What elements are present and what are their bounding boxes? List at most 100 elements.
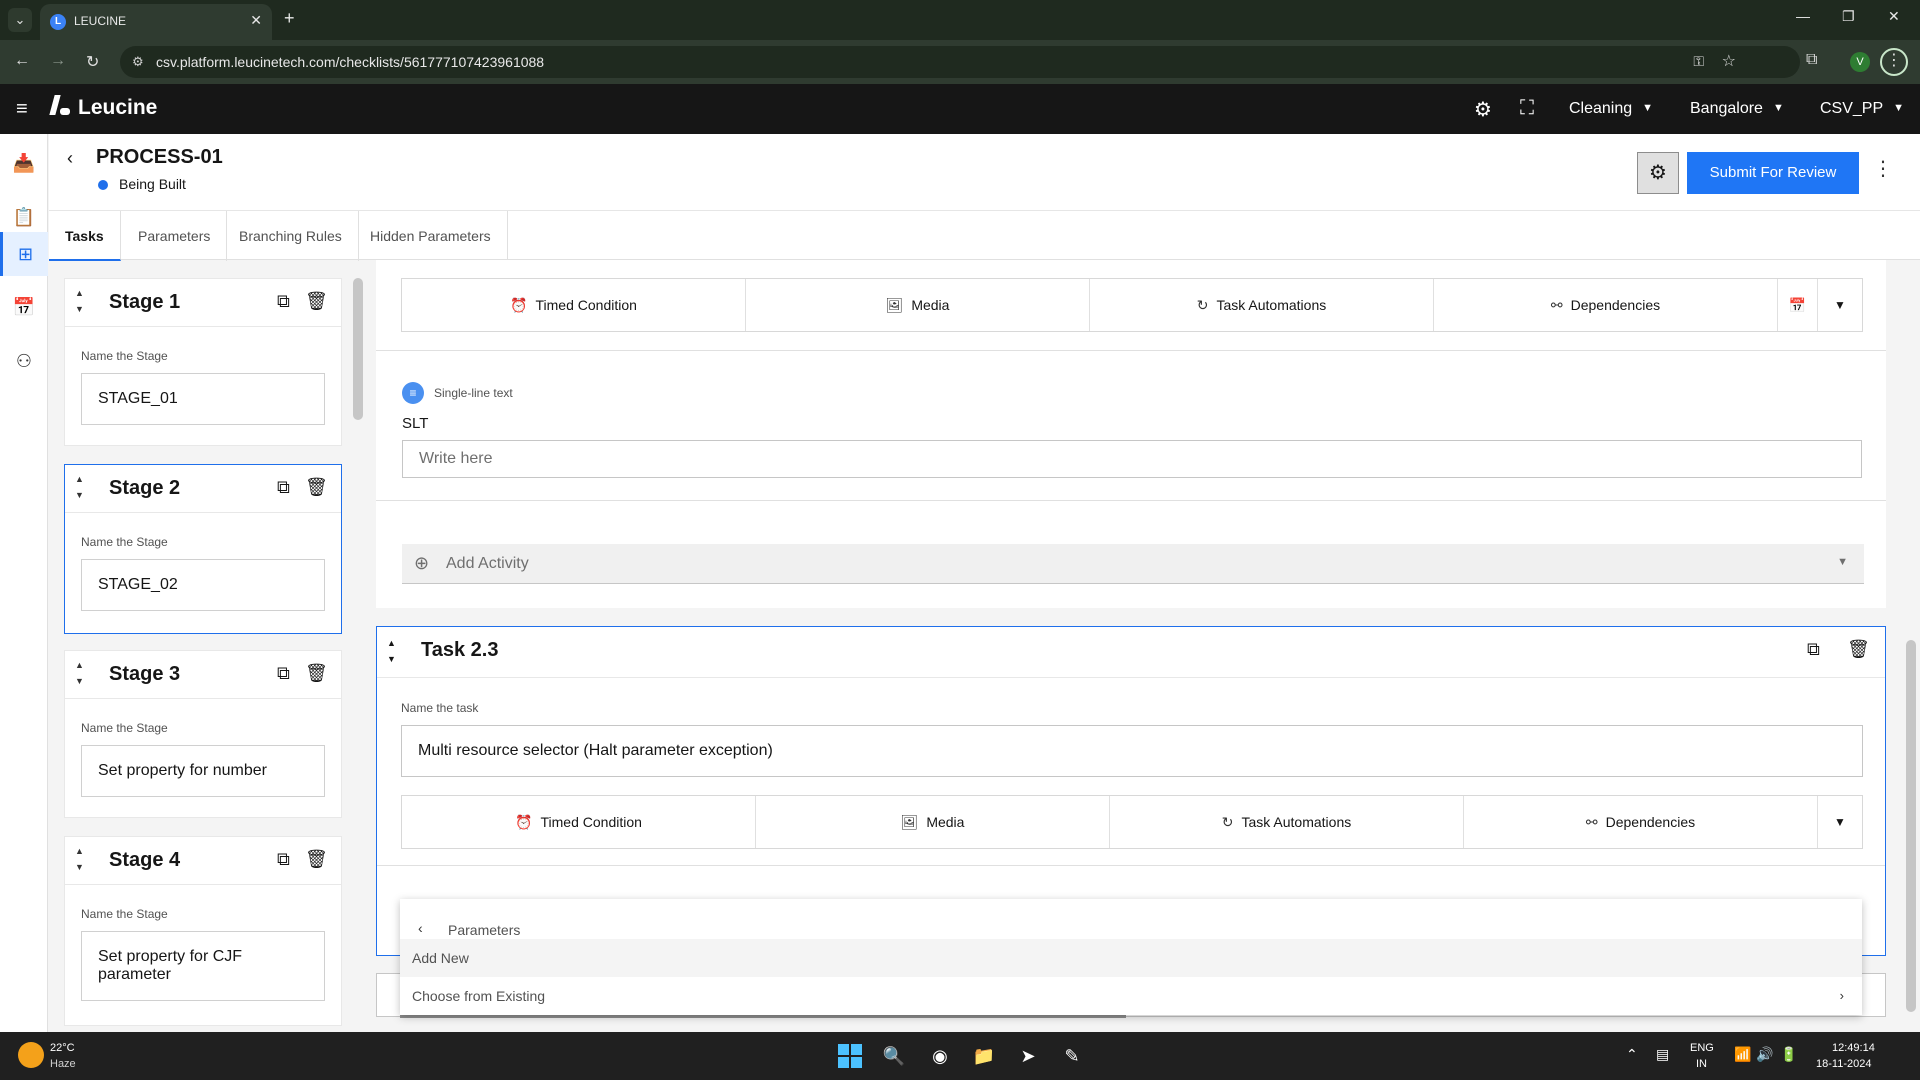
timed-condition-button[interactable]: ⏰ Timed Condition — [402, 279, 746, 331]
task-card: ⏰ Timed Condition 🖼 Media ↻ Task Automation… — [376, 260, 1886, 608]
process-settings-button[interactable]: ⚙ — [1637, 152, 1679, 194]
reorder-arrows-icon[interactable]: ▲ ▼ — [387, 635, 396, 667]
tab-parameters[interactable]: Parameters — [122, 211, 228, 261]
use-case-select[interactable]: Cleaning ▼ — [1569, 100, 1653, 118]
restore-icon[interactable]: ❐ — [1842, 8, 1855, 25]
copy-icon[interactable]: ⧉ — [277, 291, 290, 312]
toolbar-dropdown-icon[interactable]: ▼ — [1818, 279, 1862, 331]
dependencies-button[interactable]: ⚯ Dependencies — [1464, 796, 1818, 848]
trash-icon[interactable]: 🗑 — [305, 477, 328, 498]
chrome-icon[interactable]: ◉ — [926, 1042, 954, 1070]
gear-icon: ⚙ — [1649, 162, 1667, 184]
battery-icon[interactable]: 🔋 — [1780, 1046, 1797, 1063]
leucine-logo[interactable]: Leucine — [50, 95, 157, 120]
trash-icon[interactable]: 🗑 — [1847, 639, 1870, 660]
timed-condition-button[interactable]: ⏰ Timed Condition — [402, 796, 756, 848]
media-button[interactable]: 🖼 Media — [756, 796, 1110, 848]
add-activity-dropdown[interactable]: ⊕ Add Activity ▼ — [402, 544, 1864, 584]
scan-icon[interactable]: ⛶ — [1520, 97, 1534, 120]
task-automations-button[interactable]: ↻ Task Automations — [1090, 279, 1434, 331]
extensions-icon[interactable]: ⧉ — [1806, 51, 1817, 69]
calendar-icon[interactable]: 📅 — [0, 286, 48, 328]
window-close-icon[interactable]: ✕ — [1888, 8, 1900, 25]
minimize-icon[interactable]: — — [1796, 8, 1810, 24]
reload-icon[interactable]: ↻ — [86, 52, 99, 72]
task-automations-button[interactable]: ↻ Task Automations — [1110, 796, 1464, 848]
tab-hidden-parameters[interactable]: Hidden Parameters — [354, 211, 508, 261]
add-new-option[interactable]: Add New — [400, 939, 1862, 977]
account-select[interactable]: CSV_PP ▼ — [1820, 100, 1904, 118]
chevron-up-icon[interactable]: ⌃ — [1626, 1046, 1638, 1063]
divider — [376, 500, 1886, 501]
stage-name-input[interactable]: STAGE_01 — [81, 373, 325, 425]
status-dot-icon — [98, 180, 108, 190]
hierarchy-icon[interactable]: ⚇ — [0, 340, 48, 382]
profile-avatar[interactable]: V — [1850, 52, 1870, 72]
copy-icon[interactable]: ⧉ — [1807, 639, 1820, 660]
schedule-calendar-icon[interactable]: 📅 — [1778, 279, 1818, 331]
copy-icon[interactable]: ⧉ — [277, 477, 290, 498]
stage-card[interactable]: ▲ ▼ Stage 2 ⧉ 🗑 Name the Stage STAGE_02 — [64, 464, 342, 634]
hamburger-menu-icon[interactable]: ≡ — [16, 98, 28, 121]
stage-name-input[interactable]: Set property for CJF parameter — [81, 931, 325, 1001]
more-options-icon[interactable]: ⋮ — [1873, 156, 1893, 181]
toolbar-dropdown-icon[interactable]: ▼ — [1818, 796, 1862, 848]
facility-select[interactable]: Bangalore ▼ — [1690, 100, 1784, 118]
stage-name-input[interactable]: Set property for number — [81, 745, 325, 797]
app-icon[interactable]: ✎ — [1058, 1042, 1086, 1070]
divider — [377, 865, 1885, 866]
app-icon[interactable]: ➤ — [1014, 1042, 1042, 1070]
trash-icon[interactable]: 🗑 — [305, 663, 328, 684]
copy-icon[interactable]: ⧉ — [277, 663, 290, 684]
tab-tasks[interactable]: Tasks — [49, 211, 121, 261]
stages-scrollbar[interactable] — [353, 278, 363, 420]
stage-card[interactable]: ▲ ▼ Stage 4 ⧉ 🗑 Name the Stage Set proper… — [64, 836, 342, 1026]
back-chevron-icon[interactable]: ‹ — [67, 148, 73, 169]
close-tab-icon[interactable]: ✕ — [250, 12, 262, 29]
tab-branching-rules[interactable]: Branching Rules — [223, 211, 359, 261]
main-scrollbar[interactable] — [1906, 640, 1916, 1012]
inbox-icon[interactable]: 📥 — [0, 142, 48, 184]
choose-from-existing-option[interactable]: Choose from Existing › — [400, 977, 1862, 1015]
submit-for-review-button[interactable]: Submit For Review — [1687, 152, 1859, 194]
dependencies-button[interactable]: ⚯ Dependencies — [1434, 279, 1778, 331]
site-info-icon[interactable]: ⚙ — [132, 54, 144, 70]
media-button[interactable]: 🖼 Media — [746, 279, 1090, 331]
stage-name-input[interactable]: STAGE_02 — [81, 559, 325, 611]
reorder-arrows-icon[interactable]: ▲ ▼ — [75, 843, 84, 875]
clock-time[interactable]: 12:49:14 — [1832, 1042, 1875, 1054]
process-builder-icon[interactable]: ⊞ — [0, 232, 48, 276]
settings-gear-icon[interactable]: ⚙ — [1474, 97, 1492, 122]
notification-icon[interactable]: ▤ — [1656, 1046, 1669, 1063]
language[interactable]: ENG — [1690, 1042, 1714, 1054]
volume-icon[interactable]: 🔊 — [1756, 1046, 1773, 1063]
weather-icon[interactable] — [18, 1042, 44, 1068]
search-icon[interactable]: 🔍 — [880, 1042, 908, 1070]
stage-card[interactable]: ▲ ▼ Stage 1 ⧉ 🗑 Name the Stage STAGE_01 — [64, 278, 342, 446]
new-tab-button[interactable]: + — [284, 8, 295, 29]
wifi-icon[interactable]: 📶 — [1734, 1046, 1751, 1063]
clock-date: 18-11-2024 — [1816, 1058, 1872, 1070]
file-explorer-icon[interactable]: 📁 — [970, 1042, 998, 1070]
trash-icon[interactable]: 🗑 — [305, 291, 328, 312]
forward-arrow-icon[interactable]: → — [50, 52, 66, 70]
password-key-icon[interactable]: ⚿ — [1693, 53, 1704, 70]
task-name-input[interactable]: Multi resource selector (Halt parameter … — [401, 725, 1863, 777]
browser-menu-icon[interactable]: ⋮ — [1880, 48, 1908, 76]
parameter-name: SLT — [402, 415, 429, 432]
reorder-arrows-icon[interactable]: ▲ ▼ — [75, 657, 84, 689]
use-case-value: Cleaning — [1569, 100, 1633, 117]
windows-start-icon[interactable] — [838, 1044, 862, 1068]
reorder-arrows-icon[interactable]: ▲ ▼ — [75, 285, 84, 317]
stage-header: ▲ ▼ Stage 3 ⧉ 🗑 — [65, 651, 341, 699]
trash-icon[interactable]: 🗑 — [305, 849, 328, 870]
tab-list-button[interactable]: ⌄ — [8, 8, 32, 32]
single-line-text-input[interactable]: Write here — [402, 440, 1862, 478]
back-arrow-icon[interactable]: ← — [14, 52, 30, 70]
stage-card[interactable]: ▲ ▼ Stage 3 ⧉ 🗑 Name the Stage Set proper… — [64, 650, 342, 818]
bookmark-star-icon[interactable]: ☆ — [1722, 51, 1736, 71]
reorder-arrows-icon[interactable]: ▲ ▼ — [75, 471, 84, 503]
browser-tab[interactable]: L LEUCINE ✕ — [40, 4, 272, 40]
address-bar[interactable]: ⚙ csv.platform.leucinetech.com/checklist… — [120, 46, 1800, 78]
copy-icon[interactable]: ⧉ — [277, 849, 290, 870]
